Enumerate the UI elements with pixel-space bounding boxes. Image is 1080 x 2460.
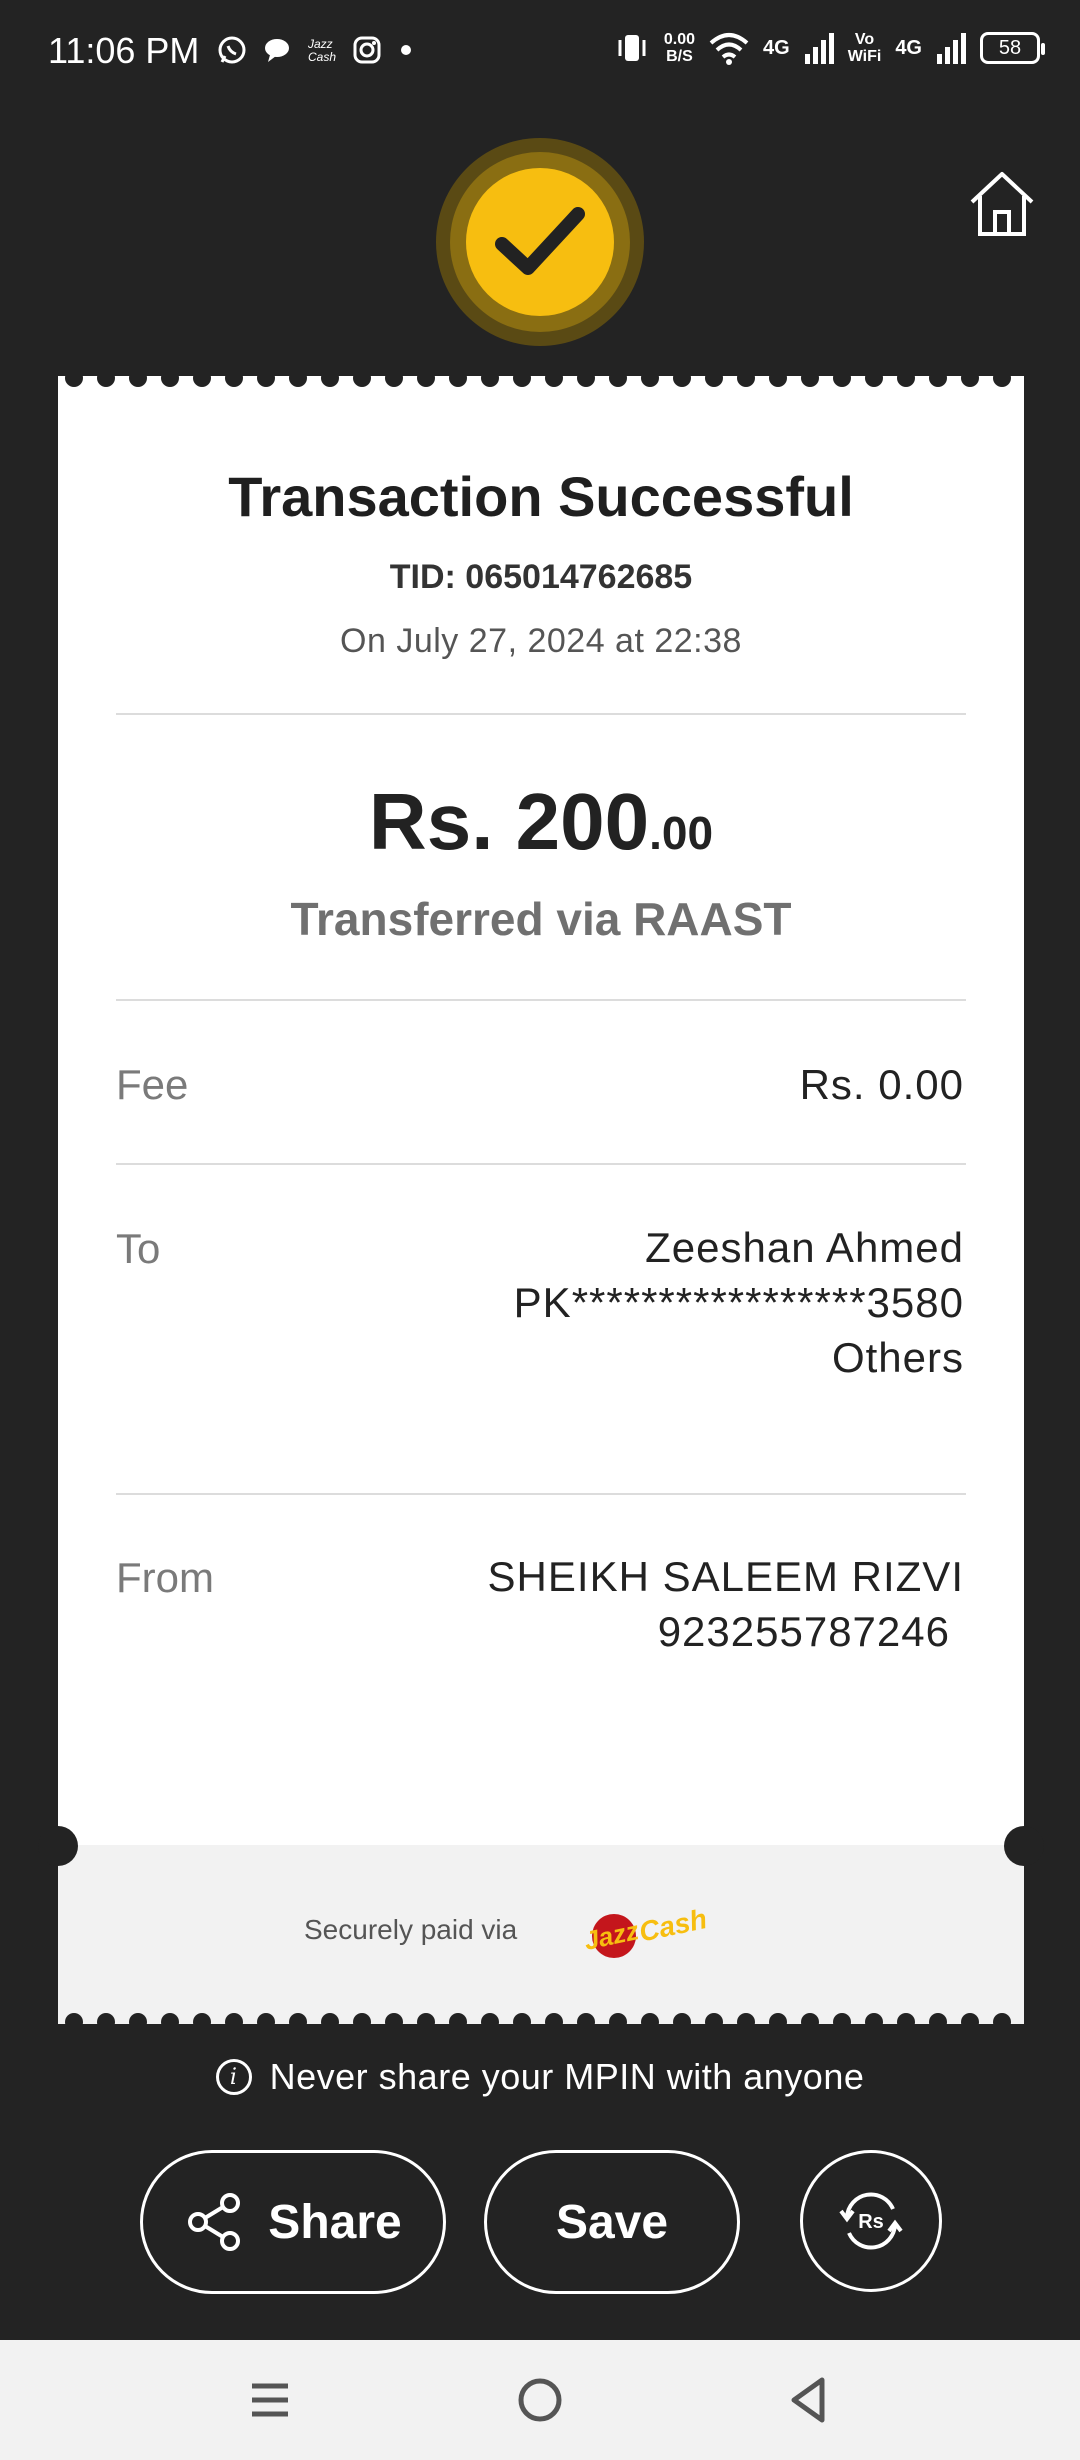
divider [116,1163,966,1165]
home-nav-button[interactable] [508,2368,572,2432]
divider [116,713,966,715]
network-speed-value: 0.00 [663,31,695,48]
security-warning: i Never share your MPIN with anyone [0,2056,1080,2098]
svg-text:Cash: Cash [636,1903,709,1948]
jazzcash-icon: JazzCash [307,37,336,64]
svg-text:Cash: Cash [308,50,336,64]
network-speed: 0.00 B/S [664,31,695,65]
svg-text:Jazz: Jazz [581,1915,641,1956]
success-badge [466,168,614,316]
svg-text:Jazz: Jazz [307,37,333,51]
chat-icon [265,39,289,62]
wifi-icon [709,33,749,65]
transaction-amount: Rs. 200.00 [58,776,1024,868]
from-label: From [116,1554,214,1601]
system-icons: 0.00 B/S 4G Vo WiFi 4G 58 [614,30,1045,66]
battery-icon: 58 [980,32,1045,64]
recipient-bank: Others [831,1334,964,1381]
status-bar: 11:06 PM Jazz Cash 0.00 B/S 4G Vo WiFi 4G… [0,0,1080,110]
to-label: To [116,1225,161,1272]
transaction-date: On July 27, 2024 at 22:38 [340,622,742,660]
recipient-account: PK*****************3580 [513,1279,964,1326]
info-icon: i [215,2059,252,2095]
save-label: Save [555,2195,669,2249]
recents-button[interactable] [238,2368,302,2432]
fee-value: Rs. 0.00 [799,1061,964,1108]
recipient-details: Zeeshan Ahmed PK*****************3580 Ot… [514,1220,964,1385]
share-label: Share [268,2195,402,2249]
signal-icon-2 [937,33,966,64]
receipt-edge-top [58,376,1024,390]
share-button[interactable]: Share [140,2150,446,2294]
home-icon [970,172,1034,236]
amount-main: Rs. 200 [368,777,650,866]
back-button[interactable] [776,2368,840,2432]
network-speed-unit: B/S [666,48,693,65]
divider [116,1493,966,1495]
warning-text: Never share your MPIN with anyone [269,2056,865,2097]
checkmark-icon [495,207,585,275]
receipt-edge-bottom [58,2010,1024,2024]
repeat-payment-button[interactable]: Rs [800,2150,942,2292]
receipt-notch-right [1004,1826,1044,1866]
notification-icons: Jazz Cash [216,34,416,66]
repeat-payment-icon: Rs [839,2192,903,2250]
vibrate-icon [618,35,646,61]
recipient-name: Zeeshan Ahmed [645,1224,964,1271]
divider [116,999,966,1001]
transfer-method: Transferred via RAAST [290,893,792,945]
menu-icon [252,2383,288,2417]
vo-label: Vo [854,31,875,48]
amount-decimal: .00 [649,807,714,859]
circle-icon [518,2378,562,2422]
repeat-payment-icon-label: Rs [858,2211,884,2233]
signal-icon [804,33,834,64]
dot-icon [401,45,411,55]
instagram-icon [353,36,381,64]
whatsapp-icon [218,36,246,64]
back-icon [791,2377,825,2423]
share-icon [188,2193,241,2251]
receipt-notch-left [38,1826,78,1866]
status-time: 11:06 PM [48,30,200,71]
transaction-title: Transaction Successful [228,465,854,528]
network-4g-label-2: 4G [895,36,922,59]
vowifi-label: Vo WiFi [848,31,882,65]
transaction-id: TID: 065014762685 [389,558,693,596]
sender-details: SHEIKH SALEEM RIZVI 923255787246 [488,1549,964,1659]
sender-name: SHEIKH SALEEM RIZVI [487,1553,964,1600]
network-4g-label: 4G [763,36,790,59]
home-button[interactable] [966,168,1038,240]
wifi-label: WiFi [847,48,882,65]
fee-label: Fee [116,1061,189,1108]
save-button[interactable]: Save [484,2150,740,2294]
securely-paid-label: Securely paid via [304,1914,518,1945]
sender-number: 923255787246 [657,1608,950,1655]
receipt-footer [58,1845,1024,2013]
jazzcash-logo: Jazz Cash [581,1903,710,1958]
